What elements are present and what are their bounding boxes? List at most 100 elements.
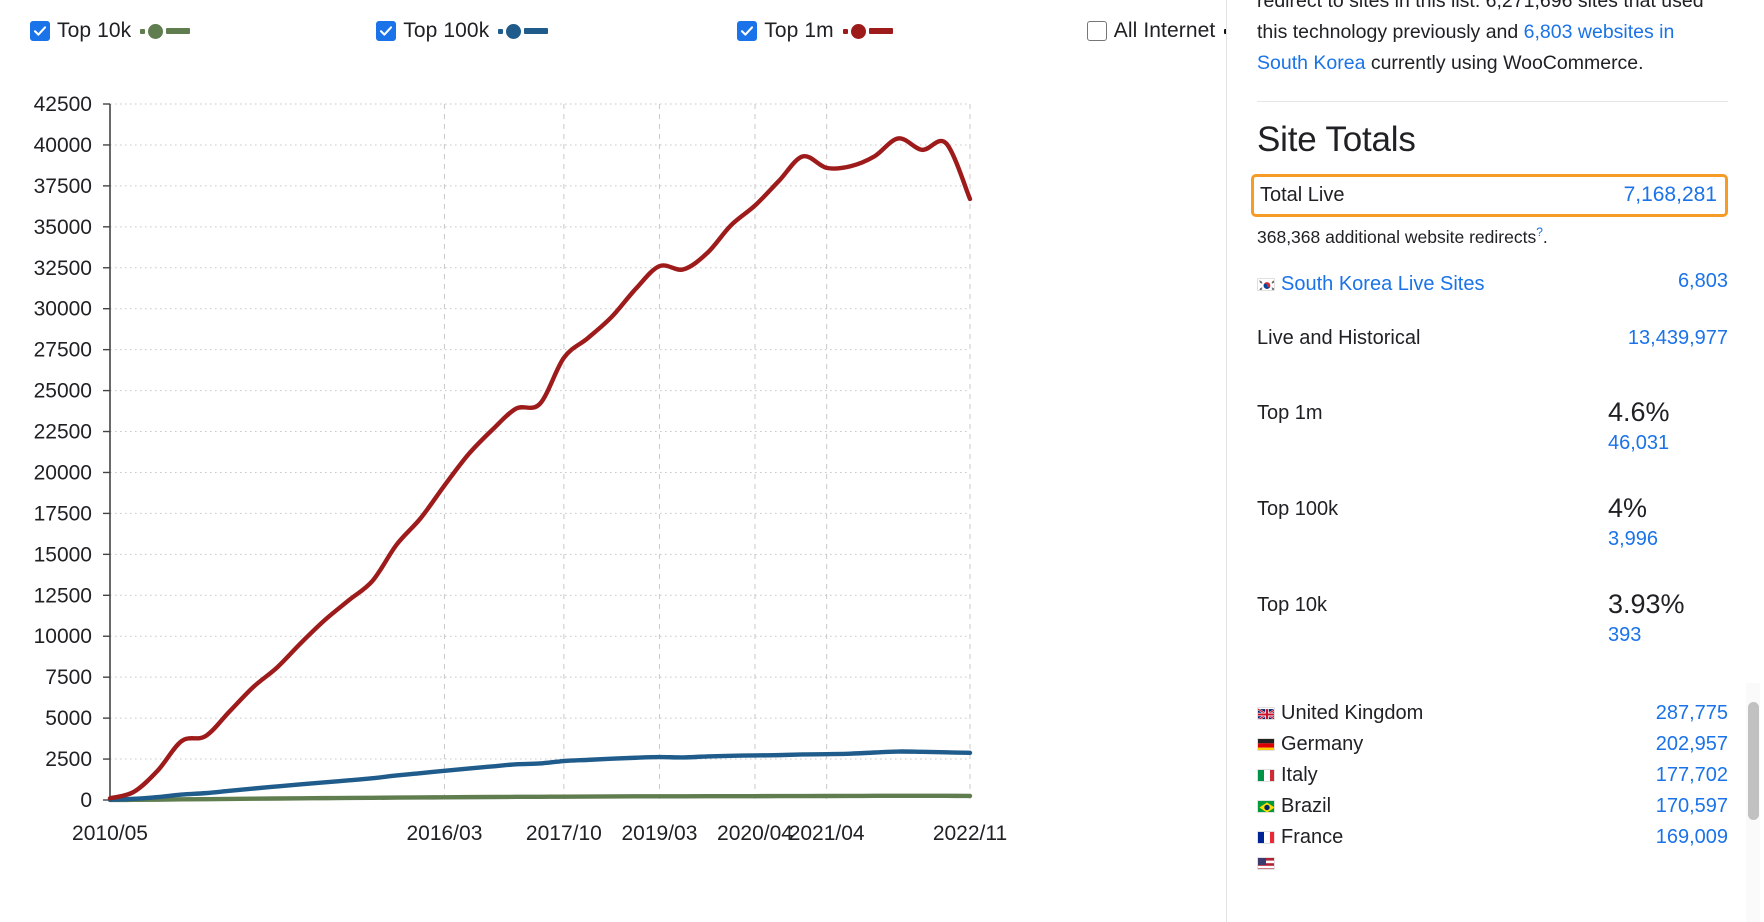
svg-text:35000: 35000 (34, 216, 92, 239)
svg-text:7500: 7500 (45, 666, 92, 689)
korea-live-sites-label[interactable]: South Korea Live Sites (1281, 273, 1484, 295)
intro-line3: currently using WooCommerce. (1365, 52, 1644, 74)
rank-count-top-100k[interactable]: 3,996 (1608, 528, 1658, 550)
svg-text:10000: 10000 (34, 625, 92, 648)
country-value[interactable]: 202,957 (1656, 733, 1728, 756)
svg-text:2010/05: 2010/05 (72, 822, 148, 845)
rank-count-top-10k[interactable]: 393 (1608, 624, 1641, 646)
svg-text:0: 0 (80, 789, 92, 812)
svg-text:37500: 37500 (34, 175, 92, 198)
line-chart: 0 2500 5000 7500 10000 12500 15000 17500 20000 22… (0, 62, 1180, 922)
korea-live-sites-row: South Korea Live Sites 6,803 (1257, 270, 1728, 298)
checkbox-top-10k[interactable] (30, 21, 50, 41)
divider (1257, 101, 1728, 102)
list-item[interactable]: Germany 202,957 (1257, 729, 1728, 760)
svg-text:2500: 2500 (45, 748, 92, 771)
south-korea-flag-icon (1257, 277, 1275, 291)
svg-text:2022/11: 2022/11 (933, 822, 1007, 845)
rank-label-top-100k: Top 100k (1257, 497, 1339, 520)
france-flag-icon (1257, 830, 1275, 844)
site-totals-sidebar: redirect to sites in this list. 6,271,69… (1226, 0, 1764, 922)
country-name: Italy (1281, 763, 1318, 786)
total-live-row[interactable]: Total Live 7,168,281 (1251, 174, 1728, 217)
sidebar-scrollbar-thumb[interactable] (1748, 702, 1759, 820)
total-live-label: Total Live (1260, 184, 1345, 206)
legend-label-top-10k: Top 10k (57, 19, 132, 42)
svg-text:32500: 32500 (34, 257, 92, 280)
rank-pct-top-10k: 3.93% (1608, 588, 1685, 619)
legend-swatch-top-10k (140, 23, 191, 39)
svg-text:30000: 30000 (34, 298, 92, 321)
country-value[interactable]: 177,702 (1656, 764, 1728, 787)
brazil-flag-icon (1257, 799, 1275, 813)
korea-live-sites-value[interactable]: 6,803 (1678, 270, 1728, 293)
legend-label-top-100k: Top 100k (403, 19, 490, 42)
svg-text:42500: 42500 (34, 93, 92, 116)
chart-legend: Top 10k Top 100k Top 1m All Internet (0, 0, 1275, 62)
country-list: United Kingdom 287,775 Germany 202,957 I… (1257, 698, 1728, 874)
svg-text:20000: 20000 (34, 461, 92, 484)
chart-svg: 0 2500 5000 7500 10000 12500 15000 17500 20000 22… (34, 93, 1008, 845)
list-item[interactable]: United Kingdom 287,775 (1257, 698, 1728, 729)
svg-text:25000: 25000 (34, 380, 92, 403)
country-value[interactable]: 169,009 (1656, 826, 1728, 849)
rank-label-top-10k: Top 10k (1257, 593, 1328, 616)
checkbox-top-100k[interactable] (376, 21, 397, 41)
legend-label-all-internet: All Internet (1113, 19, 1216, 42)
checkbox-top-1m[interactable] (737, 21, 758, 41)
svg-text:15000: 15000 (34, 543, 92, 566)
svg-text:2019/03: 2019/03 (621, 822, 697, 845)
svg-text:40000: 40000 (34, 134, 92, 157)
total-live-value[interactable]: 7,168,281 (1624, 183, 1717, 207)
live-and-historical-value[interactable]: 13,439,977 (1628, 327, 1728, 350)
list-item[interactable]: Italy 177,702 (1257, 760, 1728, 791)
svg-text:2020/04: 2020/04 (717, 822, 793, 845)
korea-left: South Korea Live Sites (1257, 270, 1484, 298)
redirect-note-period: . (1542, 226, 1548, 247)
intro-line2: this technology previously and (1257, 21, 1524, 43)
germany-flag-icon (1257, 737, 1275, 751)
rank-pct-top-100k: 4% (1608, 492, 1648, 523)
korea-block: South Korea Live Sites 6,803 Live and Hi… (1257, 270, 1728, 352)
uk-flag-icon (1257, 706, 1275, 720)
legend-label-top-1m: Top 1m (764, 19, 834, 42)
svg-text:5000: 5000 (45, 707, 92, 730)
list-item-partial[interactable] (1257, 853, 1728, 874)
partial-flag-icon (1257, 856, 1275, 870)
svg-text:22500: 22500 (34, 421, 92, 444)
rank-label-top-1m: Top 1m (1257, 401, 1323, 424)
rank-block-top-100k: Top 100k 4% 3,996 (1257, 492, 1728, 554)
list-item[interactable]: Brazil 170,597 (1257, 791, 1728, 822)
south-korea-link[interactable]: South Korea (1257, 52, 1365, 74)
websites-in-link[interactable]: 6,803 websites in (1524, 21, 1675, 43)
live-and-historical-row: Live and Historical 13,439,977 (1257, 325, 1728, 352)
site-totals-heading: Site Totals (1257, 120, 1416, 159)
svg-text:2017/10: 2017/10 (526, 822, 602, 845)
redirect-help-icon[interactable]: ? (1536, 225, 1543, 239)
redirect-note-text: 368,368 additional website redirects (1257, 226, 1537, 247)
checkbox-all-internet[interactable] (1086, 21, 1107, 41)
legend-item-top-1m[interactable]: Top 1m (737, 19, 893, 43)
chart-panel: Top 10k Top 100k Top 1m All Internet 0 2… (0, 0, 1275, 922)
legend-item-top-10k[interactable]: Top 10k (30, 19, 191, 43)
legend-item-top-100k[interactable]: Top 100k (376, 19, 549, 43)
country-value[interactable]: 170,597 (1656, 795, 1728, 818)
svg-text:12500: 12500 (34, 584, 92, 607)
italy-flag-icon (1257, 768, 1275, 782)
rank-count-top-1m[interactable]: 46,031 (1608, 432, 1669, 454)
rank-block-top-1m: Top 1m 4.6% 46,031 (1257, 396, 1728, 458)
country-name: Germany (1281, 732, 1364, 755)
rank-block-top-10k: Top 10k 3.93% 393 (1257, 588, 1728, 650)
svg-text:17500: 17500 (34, 502, 92, 525)
live-and-historical-label: Live and Historical (1257, 326, 1421, 349)
rank-pct-top-1m: 4.6% (1608, 396, 1670, 427)
list-item[interactable]: France 169,009 (1257, 822, 1728, 853)
country-value[interactable]: 287,775 (1656, 702, 1728, 725)
redirect-note: 368,368 additional website redirects?. (1257, 225, 1728, 248)
legend-swatch-top-1m (842, 23, 893, 39)
intro-paragraph: redirect to sites in this list. 6,271,69… (1257, 0, 1728, 79)
svg-text:27500: 27500 (34, 339, 92, 362)
legend-swatch-top-100k (498, 23, 549, 39)
country-name: France (1281, 825, 1344, 848)
country-name: Brazil (1281, 794, 1332, 817)
